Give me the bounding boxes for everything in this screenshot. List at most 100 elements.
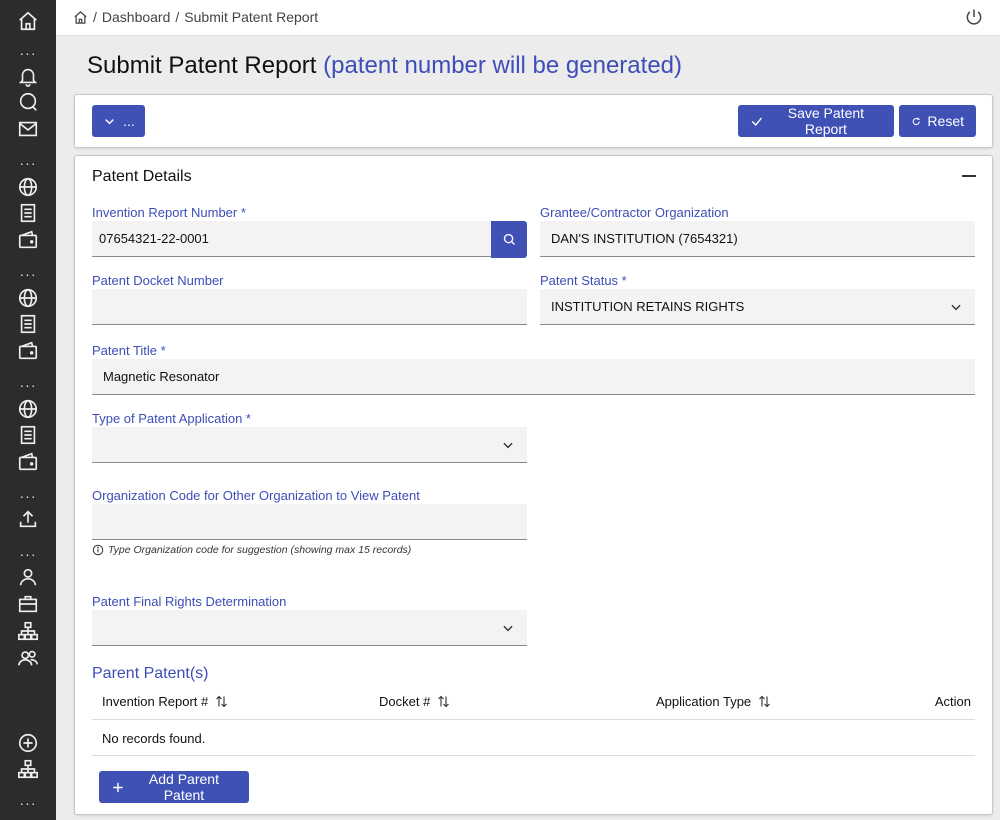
final-rights-label: Patent Final Rights Determination (92, 594, 287, 609)
application-type-select[interactable] (92, 427, 527, 463)
collapse-icon[interactable] (962, 175, 976, 177)
final-rights-select[interactable] (92, 610, 527, 646)
chevron-down-icon (105, 118, 114, 124)
breadcrumb-separator: / (175, 9, 180, 25)
patent-title-label: Patent Title * (92, 343, 166, 358)
more-actions-label: ... (123, 113, 135, 129)
patent-status-label: Patent Status * (540, 273, 627, 288)
more-dots-icon[interactable]: ··· (17, 547, 39, 561)
patent-status-value: INSTITUTION RETAINS RIGHTS (551, 299, 745, 314)
more-dots-icon[interactable]: ··· (17, 156, 39, 170)
refresh-icon (912, 117, 920, 125)
sort-icon (438, 695, 450, 708)
column-application-type[interactable]: Application Type (656, 694, 772, 709)
organization-field: DAN'S INSTITUTION (7654321) (540, 221, 975, 257)
wallet-icon[interactable] (17, 229, 39, 251)
breadcrumb-separator: / (93, 9, 97, 25)
parent-patents-title: Parent Patent(s) (92, 665, 209, 682)
patent-title-value: Magnetic Resonator (103, 369, 220, 384)
organization-label: Grantee/Contractor Organization (540, 205, 729, 220)
wallet-icon[interactable] (17, 340, 39, 362)
org-code-hint-text: Type Organization code for suggestion (s… (108, 544, 412, 556)
more-dots-icon[interactable]: ··· (17, 267, 39, 281)
more-dots-icon[interactable]: ··· (17, 489, 39, 503)
org-code-input[interactable] (92, 504, 527, 540)
section-title: Patent Details (92, 168, 192, 185)
document-icon[interactable] (17, 313, 39, 335)
globe-icon[interactable] (17, 176, 39, 198)
invention-report-number-label: Invention Report Number * (92, 205, 246, 220)
chevron-down-icon (501, 438, 515, 452)
user-icon[interactable] (17, 566, 39, 588)
add-parent-patent-label: Add Parent Patent (148, 771, 219, 803)
reset-label: Reset (927, 113, 964, 129)
briefcase-icon[interactable] (17, 593, 39, 615)
reset-button[interactable]: Reset (899, 105, 976, 137)
info-icon (92, 544, 104, 556)
document-icon[interactable] (17, 424, 39, 446)
action-toolbar: ... Save Patent Report Reset (74, 94, 993, 148)
chat-icon[interactable] (17, 91, 39, 113)
column-label: Invention Report # (102, 694, 209, 709)
document-icon[interactable] (17, 202, 39, 224)
table-header: Invention Report # Docket # Application … (92, 686, 975, 720)
empty-message: No records found. (102, 731, 206, 746)
page-subtitle: (patent number will be generated) (323, 52, 682, 79)
upload-icon[interactable] (17, 508, 39, 530)
application-type-label: Type of Patent Application * (92, 411, 251, 426)
globe-icon[interactable] (17, 398, 39, 420)
org-code-hint: Type Organization code for suggestion (s… (92, 544, 411, 556)
home-icon[interactable] (17, 10, 39, 32)
bell-icon[interactable] (17, 65, 39, 87)
invention-report-number-input[interactable]: 07654321-22-0001 (92, 221, 491, 257)
sidebar: ··· ··· ··· ··· ··· ··· ··· (0, 0, 56, 820)
patent-status-select[interactable]: INSTITUTION RETAINS RIGHTS (540, 289, 975, 325)
column-docket[interactable]: Docket # (379, 694, 451, 709)
table-row: No records found. (92, 720, 975, 756)
mail-icon[interactable] (17, 118, 39, 140)
docket-number-label: Patent Docket Number (92, 273, 224, 288)
chevron-down-icon (949, 300, 963, 314)
sort-icon (216, 695, 228, 708)
check-icon (751, 117, 763, 126)
column-label: Application Type (656, 694, 752, 709)
power-icon[interactable] (964, 7, 984, 27)
people-icon[interactable] (17, 647, 39, 669)
add-parent-patent-button[interactable]: Add Parent Patent (99, 771, 249, 803)
page-title: Submit Patent Report (patent number will… (87, 52, 682, 80)
column-label: Action (934, 694, 971, 709)
breadcrumb: / Dashboard / Submit Patent Report (73, 9, 318, 25)
search-icon (503, 233, 515, 245)
breadcrumb-dashboard[interactable]: Dashboard (102, 9, 171, 25)
breadcrumb-home-icon[interactable] (73, 10, 88, 25)
save-patent-report-button[interactable]: Save Patent Report (738, 105, 894, 137)
main-content: / Dashboard / Submit Patent Report Submi… (56, 0, 1000, 820)
column-label: Docket # (379, 694, 431, 709)
more-dots-icon[interactable]: ··· (17, 46, 39, 60)
page-title-text: Submit Patent Report (87, 52, 317, 79)
save-label: Save Patent Report (787, 105, 865, 137)
sort-icon (759, 695, 771, 708)
more-dots-icon[interactable]: ··· (17, 796, 39, 810)
org-code-label: Organization Code for Other Organization… (92, 488, 420, 503)
add-circle-icon[interactable] (17, 732, 39, 754)
org-chart-icon[interactable] (17, 758, 39, 780)
invention-report-number-value: 07654321-22-0001 (99, 231, 209, 246)
patent-details-card: Patent Details Invention Report Number *… (74, 155, 993, 815)
more-actions-button[interactable]: ... (92, 105, 145, 137)
parent-patents-table: Invention Report # Docket # Application … (92, 686, 975, 756)
search-invention-report-button[interactable] (491, 221, 527, 258)
column-invention-report[interactable]: Invention Report # (102, 694, 229, 709)
docket-number-input[interactable] (92, 289, 527, 325)
plus-icon (113, 782, 123, 792)
more-dots-icon[interactable]: ··· (17, 378, 39, 392)
organization-value: DAN'S INSTITUTION (7654321) (551, 231, 738, 246)
breadcrumb-current: Submit Patent Report (184, 9, 319, 25)
top-bar: / Dashboard / Submit Patent Report (56, 0, 1000, 36)
chevron-down-icon (501, 621, 515, 635)
globe-icon[interactable] (17, 287, 39, 309)
org-chart-icon[interactable] (17, 620, 39, 642)
patent-title-input[interactable]: Magnetic Resonator (92, 359, 975, 395)
wallet-icon[interactable] (17, 451, 39, 473)
column-action: Action (935, 694, 971, 709)
